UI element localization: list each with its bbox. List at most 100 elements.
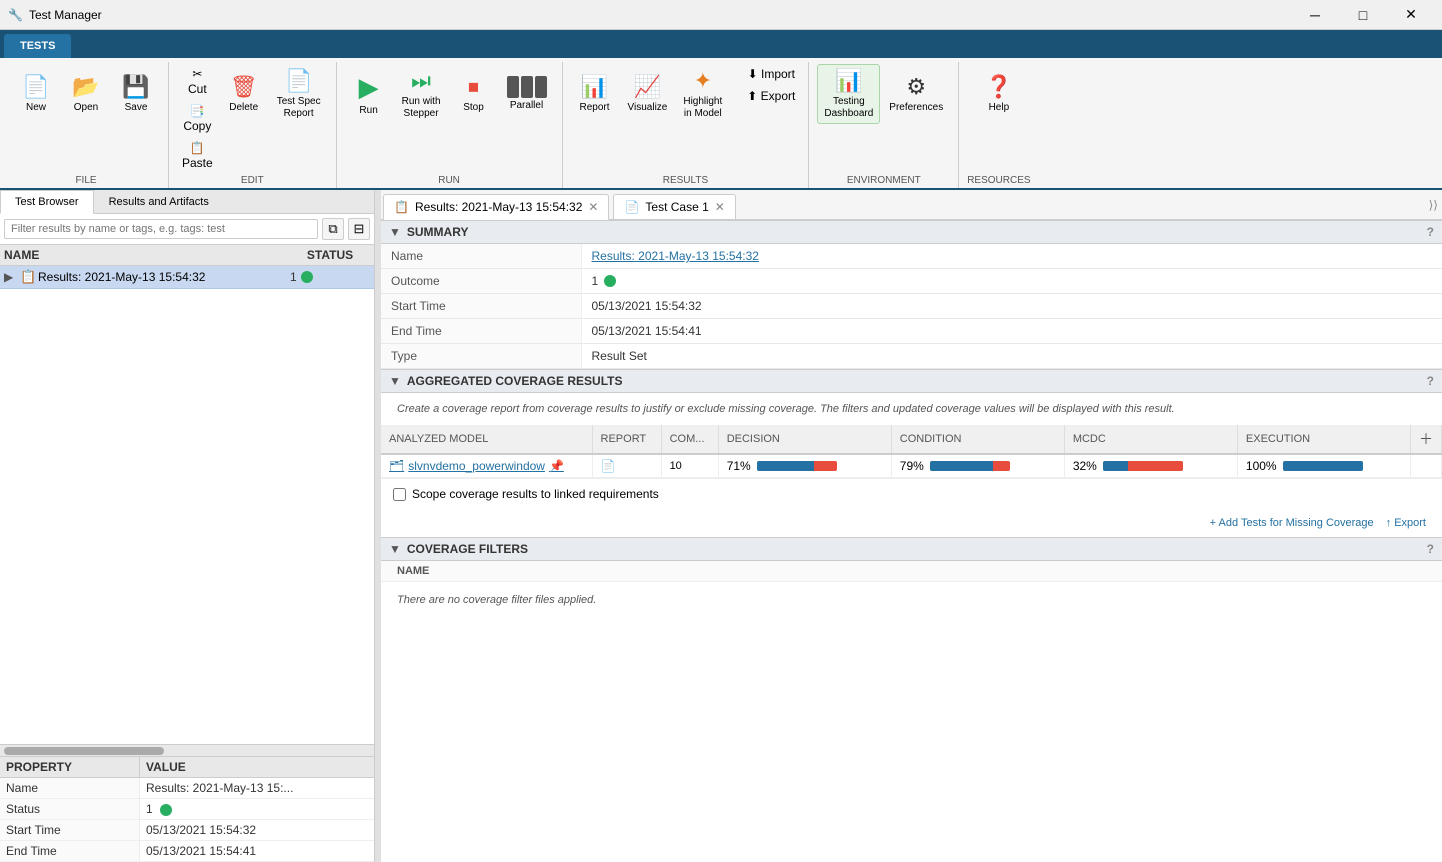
preferences-button[interactable]: ⚙ Preferences — [882, 64, 950, 124]
collapse-right-icon[interactable]: ⟩⟩ — [1425, 194, 1442, 216]
import-button[interactable]: ⬇ Import — [743, 64, 800, 84]
testcase-tab-close[interactable]: ✕ — [715, 200, 725, 214]
coverage-help-icon[interactable]: ? — [1427, 374, 1434, 388]
props-key-status: Status — [0, 799, 140, 819]
copy-button[interactable]: 📑 Copy — [177, 101, 218, 136]
coverage-table: ANALYZED MODEL REPORT COM... DECISION CO… — [381, 425, 1442, 478]
decision-bar-track — [757, 461, 837, 471]
scope-checkbox[interactable] — [393, 488, 406, 501]
status-indicator — [301, 271, 313, 283]
new-label: New — [26, 102, 46, 114]
cut-button[interactable]: ✂ Cut — [177, 64, 218, 99]
summary-val-starttime: 05/13/2021 15:54:32 — [581, 294, 1442, 319]
test-browser-tab[interactable]: Test Browser — [0, 190, 94, 214]
help-icon: ❓ — [985, 74, 1012, 100]
tree-header: NAME STATUS — [0, 245, 374, 266]
tree-area: ▶ 📋 Results: 2021-May-13 15:54:32 1 — [0, 266, 374, 744]
app-tab-bar: TESTS — [0, 30, 1442, 58]
results-tab-close[interactable]: ✕ — [588, 200, 598, 214]
coverage-row-actions — [1411, 454, 1442, 478]
run-label: Run — [359, 105, 377, 117]
testing-dashboard-button[interactable]: 📊 TestingDashboard — [817, 64, 880, 124]
cut-icon: ✂ — [192, 67, 202, 81]
open-button[interactable]: 📂 Open — [62, 64, 110, 124]
run-button[interactable]: ▶ Run — [345, 64, 393, 124]
delete-button[interactable]: 🗑 Delete — [220, 64, 268, 124]
summary-key-starttime: Start Time — [381, 294, 581, 319]
summary-val-outcome: 1 — [581, 269, 1442, 294]
filters-help-icon[interactable]: ? — [1427, 542, 1434, 556]
col-com: COM... — [661, 425, 718, 454]
summary-name-link[interactable]: Results: 2021-May-13 15:54:32 — [592, 249, 759, 263]
report-button[interactable]: 📊 Report — [571, 64, 619, 124]
model-name[interactable]: slvnvdemo_powerwindow — [408, 459, 545, 473]
test-spec-report-button[interactable]: 📄 Test SpecReport — [270, 64, 328, 124]
help-label: Help — [989, 102, 1010, 114]
preferences-label: Preferences — [889, 102, 943, 114]
summary-section-header[interactable]: ▼ SUMMARY ? — [381, 220, 1442, 244]
visualize-button[interactable]: 📈 Visualize — [621, 64, 675, 124]
scope-label: Scope coverage results to linked require… — [412, 487, 659, 501]
results-artifacts-tab[interactable]: Results and Artifacts — [94, 190, 224, 213]
ribbon-group-items-file: 📄 New 📂 Open 💾 Save — [12, 64, 160, 175]
right-panel: 📋 Results: 2021-May-13 15:54:32 ✕ 📄 Test… — [381, 190, 1442, 862]
model-link[interactable]: 🗂 slvnvdemo_powerwindow 📌 — [389, 459, 584, 473]
minimize-button[interactable]: ─ — [1292, 0, 1338, 30]
paste-button[interactable]: 📋 Paste — [177, 138, 218, 173]
ribbon-group-run: ▶ Run ⏭ Run withStepper ⏹ Stop Parallel … — [337, 62, 563, 188]
summary-row-endtime: End Time 05/13/2021 15:54:41 — [381, 319, 1442, 344]
filter-input[interactable] — [4, 219, 318, 239]
export-coverage-link[interactable]: ↑ Export — [1386, 517, 1426, 529]
summary-help-icon[interactable]: ? — [1427, 225, 1434, 239]
copy-filter-icon[interactable]: ⧉ — [322, 218, 344, 240]
tree-name-header: NAME — [4, 248, 290, 262]
open-icon: 📂 — [72, 74, 99, 100]
col-execution: EXECUTION — [1237, 425, 1410, 454]
highlight-in-model-button[interactable]: ✦ Highlightin Model — [676, 64, 729, 124]
highlight-in-model-label: Highlightin Model — [683, 96, 722, 120]
add-tests-link[interactable]: + Add Tests for Missing Coverage — [1210, 517, 1374, 529]
filter-icon[interactable]: ⊟ — [348, 218, 370, 240]
stop-label: Stop — [463, 102, 484, 114]
tree-row[interactable]: ▶ 📋 Results: 2021-May-13 15:54:32 1 — [0, 266, 374, 289]
status-circle-props — [160, 804, 172, 816]
props-row-starttime: Start Time 05/13/2021 15:54:32 — [0, 820, 374, 841]
coverage-report-cell: 📄 — [592, 454, 661, 478]
add-column-icon[interactable]: ＋ — [1419, 431, 1433, 447]
app-icon: 🔧 — [8, 8, 23, 22]
decision-bar: 71% — [727, 459, 883, 473]
parallel-button[interactable]: Parallel — [500, 64, 554, 124]
summary-row-outcome: Outcome 1 — [381, 269, 1442, 294]
results-content-tab[interactable]: 📋 Results: 2021-May-13 15:54:32 ✕ — [383, 194, 609, 220]
horizontal-scrollbar[interactable] — [0, 744, 374, 756]
close-button[interactable]: ✕ — [1388, 0, 1434, 30]
parallel-icon — [507, 76, 547, 98]
run-group-label: RUN — [345, 175, 554, 188]
resources-group-label: RESOURCES — [967, 175, 1030, 188]
results-group-label: RESULTS — [571, 175, 801, 188]
coverage-section-header[interactable]: ▼ AGGREGATED COVERAGE RESULTS ? — [381, 369, 1442, 393]
tests-tab[interactable]: TESTS — [4, 34, 71, 58]
copy-label: Copy — [183, 119, 211, 133]
copy-icon: 📑 — [190, 104, 205, 118]
run-with-stepper-button[interactable]: ⏭ Run withStepper — [395, 64, 448, 124]
props-val-name: Results: 2021-May-13 15:... — [140, 778, 374, 798]
new-button[interactable]: 📄 New — [12, 64, 60, 124]
stop-button[interactable]: ⏹ Stop — [450, 64, 498, 124]
filters-section-header[interactable]: ▼ COVERAGE FILTERS ? — [381, 537, 1442, 561]
save-button[interactable]: 💾 Save — [112, 64, 160, 124]
decision-pct: 71% — [727, 459, 751, 473]
export-button[interactable]: ⬆ Export — [742, 86, 800, 106]
help-button[interactable]: ❓ Help — [975, 64, 1023, 124]
content-area: ▼ SUMMARY ? Name Results: 2021-May-13 15… — [381, 220, 1442, 862]
report-label: Report — [580, 102, 610, 114]
testcase-content-tab[interactable]: 📄 Test Case 1 ✕ — [613, 194, 735, 219]
report-doc-icon[interactable]: 📄 — [601, 459, 616, 473]
coverage-note: Create a coverage report from coverage r… — [381, 393, 1442, 425]
environment-group-label: ENVIRONMENT — [817, 175, 950, 188]
tree-item-status: 1 — [290, 270, 370, 284]
left-panel: Test Browser Results and Artifacts ⧉ ⊟ N… — [0, 190, 375, 862]
ribbon: 📄 New 📂 Open 💾 Save FILE ✂ Cut 📑 — [0, 58, 1442, 190]
ribbon-group-environment: 📊 TestingDashboard ⚙ Preferences ENVIRON… — [809, 62, 959, 188]
maximize-button[interactable]: □ — [1340, 0, 1386, 30]
